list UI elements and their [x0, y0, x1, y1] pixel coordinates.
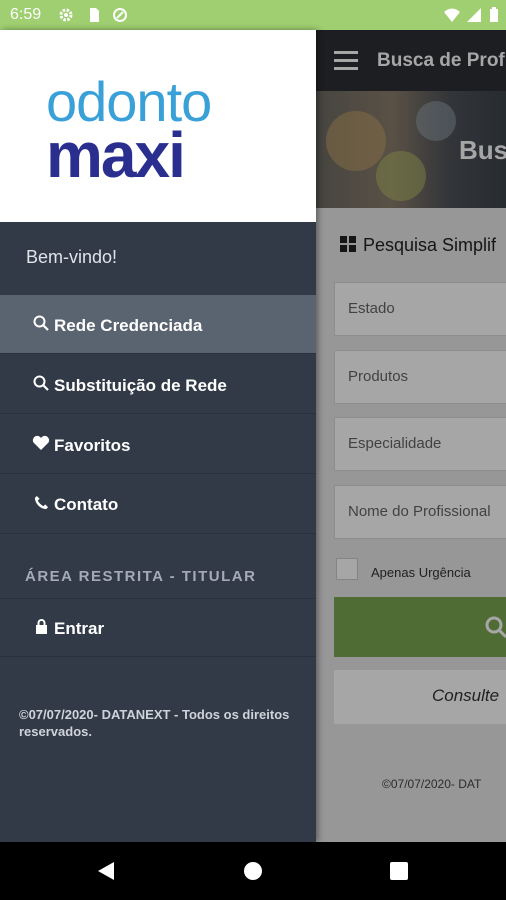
settings-icon — [59, 8, 73, 22]
nav-item-label: Rede Credenciada — [54, 316, 203, 335]
wifi-icon — [444, 8, 460, 22]
logo-area: odonto maxi — [0, 30, 316, 222]
search-icon — [32, 315, 50, 336]
status-bar: 6:59 — [0, 0, 506, 30]
drawer-footer: ©07/07/2020- DATANEXT - Todos os direito… — [19, 707, 290, 739]
system-nav-bar — [0, 842, 506, 900]
restricted-section-header: ÁREA RESTRITA - TITULAR — [25, 568, 257, 585]
battery-icon — [490, 7, 498, 22]
logo-maxi: maxi — [46, 119, 186, 191]
home-icon[interactable] — [243, 861, 263, 881]
lock-icon — [32, 619, 50, 639]
signal-icon — [467, 8, 481, 22]
phone-icon — [32, 495, 50, 515]
nav-item-label: Favoritos — [54, 436, 131, 455]
navigation-drawer: odonto maxi Bem-vindo! Rede Credenciada … — [0, 30, 316, 842]
nav-item-label: Substituição de Rede — [54, 376, 227, 395]
data-saver-icon — [113, 8, 127, 22]
drawer-scrim[interactable] — [316, 30, 506, 842]
nav-item-favoritos[interactable]: Favoritos — [0, 415, 316, 474]
nav-item-substituicao-de-rede[interactable]: Substituição de Rede — [0, 355, 316, 414]
nav-item-contato[interactable]: Contato — [0, 475, 316, 534]
nav-item-rede-credenciada[interactable]: Rede Credenciada — [0, 295, 316, 354]
heart-icon — [32, 435, 50, 456]
search-icon — [32, 375, 50, 396]
sd-card-icon — [90, 8, 99, 22]
nav-item-label: Entrar — [54, 619, 105, 638]
status-time: 6:59 — [10, 6, 42, 23]
nav-item-label: Contato — [54, 495, 119, 514]
recents-icon[interactable] — [390, 862, 408, 880]
welcome-text: Bem-vindo! — [26, 247, 118, 267]
nav-item-entrar[interactable]: Entrar — [0, 598, 316, 657]
back-icon[interactable] — [96, 861, 116, 881]
